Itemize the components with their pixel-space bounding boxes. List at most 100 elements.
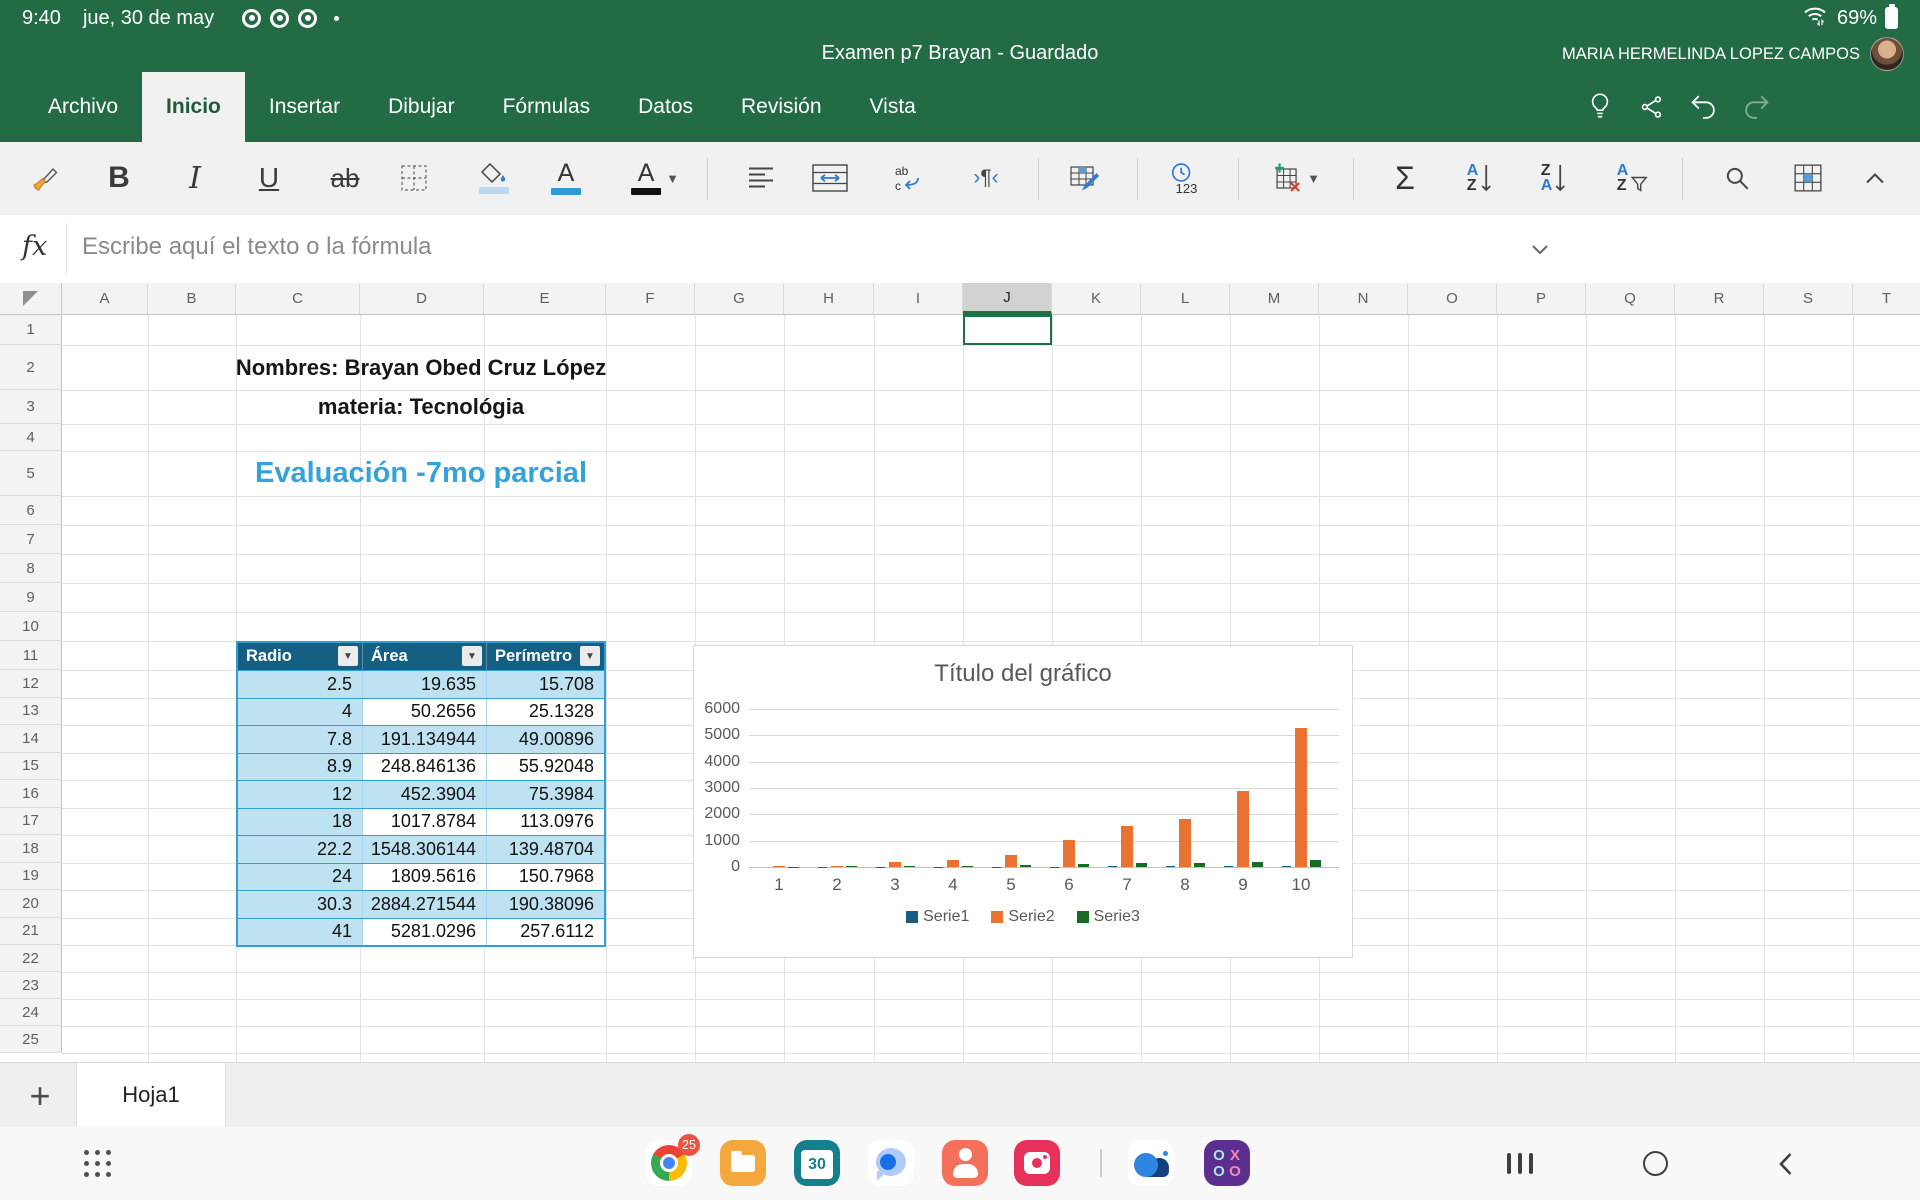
- table-cell[interactable]: 139.48704: [486, 836, 604, 863]
- row-header-6[interactable]: 6: [0, 496, 62, 525]
- column-header-k[interactable]: K: [1052, 283, 1141, 315]
- fill-color-button[interactable]: [479, 152, 509, 204]
- chart-bar[interactable]: [904, 866, 915, 867]
- column-filter-button[interactable]: ▼: [338, 646, 358, 666]
- column-header-m[interactable]: M: [1230, 283, 1319, 315]
- table-cell[interactable]: 257.6112: [486, 919, 604, 946]
- column-header-f[interactable]: F: [606, 283, 695, 315]
- borders-button[interactable]: [400, 152, 428, 204]
- account-area[interactable]: MARIA HERMELINDA LOPEZ CAMPOS: [1562, 36, 1904, 72]
- row-header-2[interactable]: 2: [0, 345, 62, 390]
- select-all-corner[interactable]: [0, 283, 62, 315]
- ribbon-tab-vista[interactable]: Vista: [846, 72, 940, 142]
- row-header-25[interactable]: 25: [0, 1026, 62, 1053]
- table-cell[interactable]: 18: [238, 809, 362, 836]
- table-cell[interactable]: 55.92048: [486, 754, 604, 781]
- table-cell[interactable]: 75.3984: [486, 781, 604, 808]
- chart-bar[interactable]: [1295, 728, 1307, 867]
- dock-camera-icon[interactable]: [1014, 1140, 1060, 1186]
- row-header-17[interactable]: 17: [0, 808, 62, 836]
- column-header-p[interactable]: P: [1497, 283, 1586, 315]
- cell-text-c5[interactable]: Evaluación -7mo parcial: [236, 451, 606, 496]
- row-header-9[interactable]: 9: [0, 583, 62, 612]
- formula-input-placeholder[interactable]: Escribe aquí el texto o la fórmula: [82, 233, 432, 261]
- ideas-lightbulb-icon[interactable]: [1583, 90, 1617, 124]
- wrap-text-button[interactable]: abc: [893, 152, 923, 204]
- chart-bar[interactable]: [1282, 866, 1291, 867]
- sort-asc-button[interactable]: AZ: [1467, 152, 1492, 204]
- ribbon-tab-archivo[interactable]: Archivo: [24, 72, 142, 142]
- table-cell[interactable]: 30.3: [238, 891, 362, 918]
- table-cell[interactable]: 1548.306144: [362, 836, 486, 863]
- chart-bar[interactable]: [1108, 866, 1117, 867]
- collapse-ribbon-button[interactable]: [1864, 152, 1886, 204]
- row-header-19[interactable]: 19: [0, 863, 62, 891]
- row-header-4[interactable]: 4: [0, 424, 62, 451]
- sheet-tab-hoja1[interactable]: Hoja1: [76, 1063, 226, 1127]
- chart-bar[interactable]: [889, 862, 901, 867]
- chart-bar[interactable]: [831, 866, 843, 867]
- legend-item[interactable]: Serie1: [906, 908, 969, 926]
- sort-filter-button[interactable]: AZ: [1617, 152, 1648, 204]
- row-header-24[interactable]: 24: [0, 999, 62, 1026]
- italic-button[interactable]: I: [189, 152, 201, 204]
- ribbon-tab-revision[interactable]: Revisión: [717, 72, 846, 142]
- ribbon-tab-datos[interactable]: Datos: [614, 72, 717, 142]
- column-header-q[interactable]: Q: [1586, 283, 1675, 315]
- column-header-o[interactable]: O: [1408, 283, 1497, 315]
- paragraph-marks-button[interactable]: ›¶‹: [973, 152, 998, 204]
- insert-delete-cells-button[interactable]: ▼: [1270, 152, 1320, 204]
- table-cell[interactable]: 1809.5616: [362, 864, 486, 891]
- recents-button[interactable]: [1490, 1127, 1550, 1200]
- row-header-22[interactable]: 22: [0, 945, 62, 972]
- table-cell[interactable]: 15.708: [486, 671, 604, 698]
- column-header-r[interactable]: R: [1675, 283, 1764, 315]
- table-cell[interactable]: 8.9: [238, 754, 362, 781]
- table-cell[interactable]: 1017.8784: [362, 809, 486, 836]
- chart-bar[interactable]: [1020, 865, 1031, 867]
- cell-text-c3[interactable]: materia: Tecnológia: [236, 390, 606, 424]
- table-cell[interactable]: 113.0976: [486, 809, 604, 836]
- embedded-bar-chart[interactable]: Título del gráfico0100020003000400050006…: [693, 645, 1353, 958]
- column-header-h[interactable]: H: [784, 283, 874, 315]
- column-filter-button[interactable]: ▼: [580, 646, 600, 666]
- table-header-area[interactable]: Área▼: [362, 643, 486, 670]
- underline-button[interactable]: U: [259, 152, 279, 204]
- chart-bar[interactable]: [1310, 860, 1321, 867]
- share-icon[interactable]: [1635, 90, 1669, 124]
- row-header-11[interactable]: 11: [0, 641, 62, 670]
- dock-my-files-icon[interactable]: [720, 1140, 766, 1186]
- column-filter-button[interactable]: ▼: [462, 646, 482, 666]
- sort-desc-button[interactable]: ZA: [1541, 152, 1566, 204]
- row-header-18[interactable]: 18: [0, 835, 62, 863]
- autosum-button[interactable]: Σ: [1395, 152, 1415, 204]
- spreadsheet-grid[interactable]: ABCDEFGHIJKLMNOPQRST12345678910111213141…: [0, 283, 1920, 1062]
- legend-item[interactable]: Serie3: [1077, 908, 1140, 926]
- table-cell[interactable]: 150.7968: [486, 864, 604, 891]
- strikethrough-button[interactable]: ab: [331, 152, 360, 204]
- row-header-21[interactable]: 21: [0, 918, 62, 946]
- table-cell[interactable]: 191.134944: [362, 726, 486, 753]
- table-cell[interactable]: 50.2656: [362, 699, 486, 726]
- table-cell[interactable]: 49.00896: [486, 726, 604, 753]
- row-header-14[interactable]: 14: [0, 725, 62, 753]
- table-cell[interactable]: 248.846136: [362, 754, 486, 781]
- formula-bar-expand-icon[interactable]: [1528, 237, 1552, 261]
- column-header-s[interactable]: S: [1764, 283, 1853, 315]
- chart-bar[interactable]: [1237, 791, 1249, 867]
- column-header-d[interactable]: D: [360, 283, 484, 315]
- column-header-e[interactable]: E: [484, 283, 606, 315]
- column-header-n[interactable]: N: [1319, 283, 1408, 315]
- column-header-i[interactable]: I: [874, 283, 963, 315]
- table-cell[interactable]: 12: [238, 781, 362, 808]
- row-header-7[interactable]: 7: [0, 525, 62, 554]
- chart-bar[interactable]: [1136, 863, 1147, 867]
- font-color-button[interactable]: A▼: [631, 152, 679, 204]
- column-header-a[interactable]: A: [62, 283, 148, 315]
- column-header-t[interactable]: T: [1853, 283, 1920, 315]
- table-cell[interactable]: 452.3904: [362, 781, 486, 808]
- chart-bar[interactable]: [962, 866, 973, 867]
- align-left-button[interactable]: [747, 152, 775, 204]
- row-header-1[interactable]: 1: [0, 315, 62, 345]
- table-cell[interactable]: 4: [238, 699, 362, 726]
